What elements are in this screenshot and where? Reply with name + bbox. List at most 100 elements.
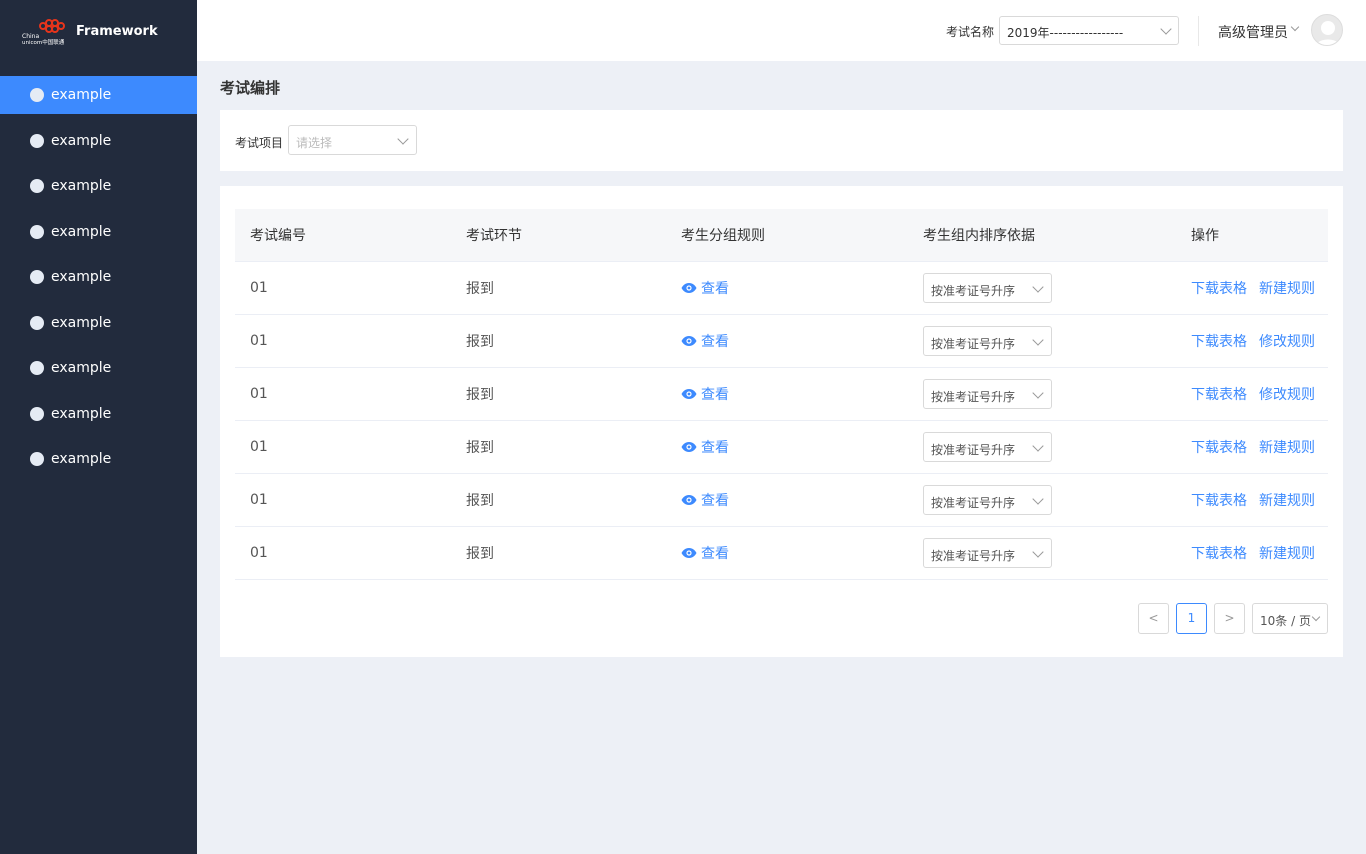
column-header-sort-basis: 考生组内排序依据 [923, 228, 1035, 244]
exam-schedule-table: 考试编号 考试环节 考生分组规则 考生组内排序依据 操作 01 报到 查看 按准… [235, 209, 1328, 580]
exam-name-select[interactable]: 2019年----------------- [999, 16, 1179, 45]
chevron-down-icon [1032, 493, 1044, 505]
sidebar-item-9[interactable]: example [0, 440, 197, 478]
download-table-link[interactable]: 下载表格 [1191, 278, 1247, 298]
chevron-down-icon [397, 133, 409, 145]
view-group-rule-link[interactable]: 查看 [681, 278, 729, 298]
circle-icon [30, 224, 44, 239]
sidebar-item-label: example [51, 451, 112, 467]
circle-icon [30, 361, 44, 375]
sort-basis-select[interactable]: 按准考证号升序 [923, 538, 1052, 568]
view-link-label: 查看 [701, 387, 729, 403]
chevron-down-icon [1032, 546, 1044, 558]
china-unicom-logo-icon: China unicom中国联通 [22, 16, 66, 46]
page-number-button[interactable]: 1 [1176, 603, 1207, 634]
sort-basis-select[interactable]: 按准考证号升序 [923, 379, 1052, 409]
sort-basis-select[interactable]: 按准考证号升序 [923, 432, 1052, 462]
view-link-label: 查看 [701, 281, 729, 297]
eye-icon [681, 442, 697, 452]
chevron-down-icon [1032, 387, 1044, 399]
svg-text:unicom中国联通: unicom中国联通 [22, 38, 65, 46]
rule-action-link[interactable]: 新建规则 [1259, 543, 1315, 563]
view-group-rule-link[interactable]: 查看 [681, 384, 729, 404]
sort-basis-value: 按准考证号升序 [931, 390, 1016, 404]
sidebar-item-6[interactable]: example [0, 304, 197, 342]
exam-id-cell: 01 [250, 386, 268, 402]
sidebar-item-3[interactable]: example [0, 167, 197, 205]
exam-name-label: 考试名称 [946, 25, 995, 39]
sidebar-item-1[interactable]: example [0, 76, 197, 114]
chevron-down-icon [1311, 612, 1321, 622]
exam-stage-cell: 报到 [466, 493, 494, 509]
table-panel: 考试编号 考试环节 考生分组规则 考生组内排序依据 操作 01 报到 查看 按准… [220, 186, 1343, 657]
view-group-rule-link[interactable]: 查看 [681, 543, 729, 563]
brand-name: Framework [76, 23, 158, 39]
sort-basis-select[interactable]: 按准考证号升序 [923, 326, 1052, 356]
sidebar-item-8[interactable]: example [0, 395, 197, 433]
download-table-link[interactable]: 下载表格 [1191, 490, 1247, 510]
sidebar-item-label: example [51, 87, 112, 103]
sidebar-item-4[interactable]: example [0, 213, 197, 251]
prev-page-button[interactable]: < [1138, 603, 1169, 634]
logo: China unicom中国联通 Framework [0, 0, 197, 62]
page-size-select[interactable]: 10条 / 页 [1252, 603, 1328, 634]
download-table-link[interactable]: 下载表格 [1191, 543, 1247, 563]
view-link-label: 查看 [701, 334, 729, 350]
exam-stage-cell: 报到 [466, 546, 494, 562]
circle-icon [30, 452, 44, 466]
sort-basis-value: 按准考证号升序 [931, 496, 1016, 510]
view-group-rule-link[interactable]: 查看 [681, 490, 729, 510]
header-divider [1198, 16, 1199, 46]
sidebar-item-label: example [51, 314, 112, 331]
table-body: 01 报到 查看 按准考证号升序 下载表格 新建规则 01 报到 查看 按准考证… [235, 262, 1328, 580]
sidebar-item-5[interactable]: example [0, 258, 197, 296]
table-row: 01 报到 查看 按准考证号升序 下载表格 新建规则 [235, 527, 1328, 580]
sort-basis-select[interactable]: 按准考证号升序 [923, 273, 1052, 303]
rule-action-link[interactable]: 新建规则 [1259, 490, 1315, 510]
exam-project-label: 考试项目 [235, 136, 284, 150]
table-row: 01 报到 查看 按准考证号升序 下载表格 新建规则 [235, 421, 1328, 474]
page-size-value: 10条 / 页 [1260, 614, 1311, 628]
next-page-button[interactable]: > [1214, 603, 1245, 634]
view-group-rule-link[interactable]: 查看 [681, 437, 729, 457]
view-link-label: 查看 [701, 440, 729, 456]
column-header-group-rule: 考生分组规则 [681, 228, 765, 244]
view-link-label: 查看 [701, 493, 729, 509]
sort-basis-value: 按准考证号升序 [931, 443, 1016, 457]
exam-id-cell: 01 [250, 439, 268, 455]
exam-id-cell: 01 [250, 333, 268, 349]
exam-stage-cell: 报到 [466, 334, 494, 350]
download-table-link[interactable]: 下载表格 [1191, 437, 1247, 457]
eye-icon [681, 548, 697, 558]
download-table-link[interactable]: 下载表格 [1191, 331, 1247, 351]
chevron-down-icon[interactable] [1290, 22, 1300, 32]
sidebar-item-label: example [51, 178, 112, 194]
sidebar-item-7[interactable]: example [0, 349, 197, 387]
exam-project-select[interactable]: 请选择 [288, 125, 417, 155]
sidebar-item-label: example [51, 360, 112, 376]
exam-id-cell: 01 [250, 545, 268, 561]
table-row: 01 报到 查看 按准考证号升序 下载表格 新建规则 [235, 474, 1328, 527]
exam-stage-cell: 报到 [466, 387, 494, 403]
sort-basis-select[interactable]: 按准考证号升序 [923, 485, 1052, 515]
download-table-link[interactable]: 下载表格 [1191, 384, 1247, 404]
svg-text:China: China [22, 33, 39, 40]
rule-action-link[interactable]: 修改规则 [1259, 384, 1315, 404]
page-title: 考试编排 [220, 79, 281, 97]
sidebar-item-label: example [51, 223, 112, 240]
sidebar-item-2[interactable]: example [0, 122, 197, 160]
chevron-down-icon [1032, 440, 1044, 452]
rule-action-link[interactable]: 新建规则 [1259, 437, 1315, 457]
exam-stage-cell: 报到 [466, 440, 494, 456]
rule-action-link[interactable]: 修改规则 [1259, 331, 1315, 351]
filter-panel: 考试项目 请选择 [220, 110, 1343, 171]
eye-icon [681, 495, 697, 505]
user-name[interactable]: 高级管理员 [1218, 22, 1288, 42]
avatar[interactable] [1311, 14, 1343, 46]
view-group-rule-link[interactable]: 查看 [681, 331, 729, 351]
circle-icon [30, 406, 44, 421]
sort-basis-value: 按准考证号升序 [931, 284, 1016, 298]
rule-action-link[interactable]: 新建规则 [1259, 278, 1315, 298]
sidebar-item-label: example [51, 269, 112, 285]
chevron-down-icon [1160, 23, 1172, 35]
